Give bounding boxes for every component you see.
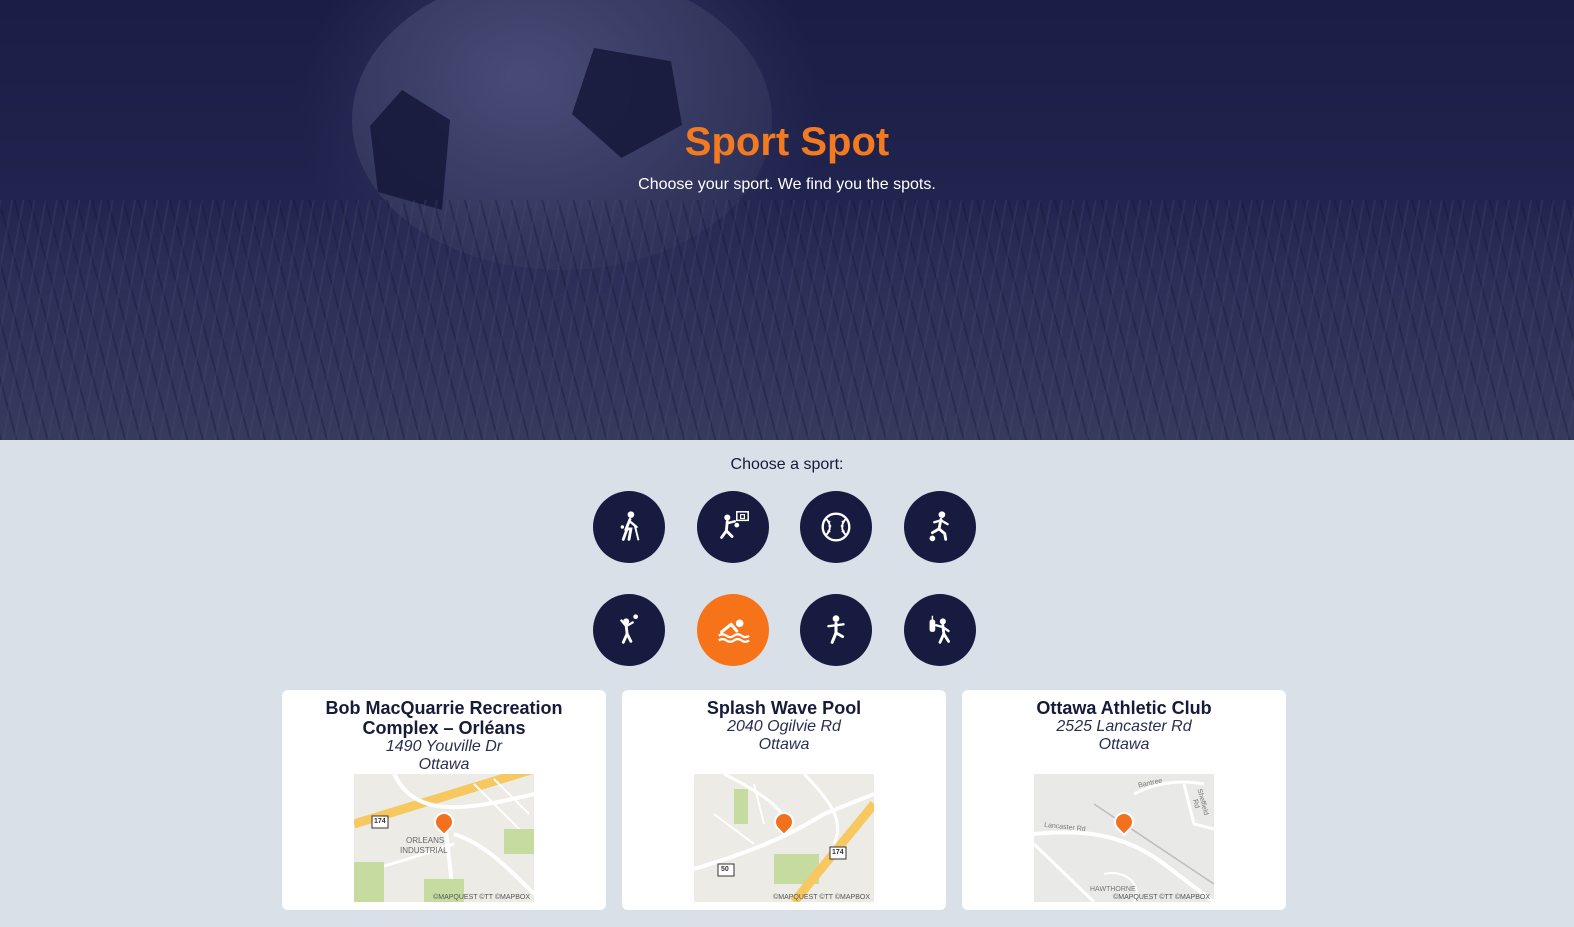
- result-card[interactable]: Ottawa Athletic Club 2525 Lancaster Rd O…: [962, 690, 1286, 910]
- facility-city: Ottawa: [1098, 736, 1150, 753]
- facility-street: 1490 Youville Dr: [385, 738, 503, 755]
- volleyball-icon: [620, 614, 639, 644]
- grass-background: [0, 200, 1574, 440]
- sport-button-boxing[interactable]: [904, 594, 976, 666]
- map-area-label: HAWTHORNE: [1090, 886, 1136, 893]
- gymnastics-icon: [827, 615, 845, 644]
- facility-city: Ottawa: [758, 736, 810, 753]
- result-card[interactable]: Splash Wave Pool 2040 Ogilvie Rd Ottawa …: [622, 690, 946, 910]
- sport-button-baseball[interactable]: [800, 491, 872, 563]
- baseball-icon: [821, 512, 851, 542]
- map-credit: ©MAPQUEST ©TT ©MAPBOX: [1113, 894, 1210, 901]
- facility-name: Ottawa Athletic Club: [1036, 698, 1212, 718]
- facility-name: Bob MacQuarrie Recreation Complex – Orlé…: [325, 698, 563, 738]
- sport-button-soccer[interactable]: [904, 491, 976, 563]
- choose-sport-label: Choose a sport:: [730, 456, 844, 473]
- facility-name: Splash Wave Pool: [706, 698, 862, 718]
- facility-city: Ottawa: [418, 756, 470, 773]
- road-badge: 174: [832, 849, 844, 856]
- map-area-label: INDUSTRIAL: [400, 846, 448, 855]
- map-graphic: [1034, 774, 1214, 902]
- location-map[interactable]: 174 ORLEANS INDUSTRIAL ©MAPQUEST ©TT ©MA…: [354, 774, 534, 902]
- location-map[interactable]: 174 50 ©MAPQUEST ©TT ©MAPBOX: [694, 774, 874, 902]
- basketball-icon: [720, 511, 749, 539]
- sport-button-basketball[interactable]: [697, 491, 769, 563]
- cricket-icon: [620, 511, 640, 541]
- hero-banner: Sport Spot Choose your sport. We find yo…: [0, 0, 1574, 440]
- facility-street: 2525 Lancaster Rd: [1056, 718, 1192, 735]
- map-credit: ©MAPQUEST ©TT ©MAPBOX: [433, 894, 530, 901]
- map-graphic: [694, 774, 874, 902]
- result-card[interactable]: Bob MacQuarrie Recreation Complex – Orlé…: [282, 690, 606, 910]
- boxing-icon: [929, 615, 950, 644]
- sport-button-cricket[interactable]: [593, 491, 665, 563]
- sport-button-volleyball[interactable]: [593, 594, 665, 666]
- map-area-label: ORLEANS: [406, 836, 445, 845]
- map-credit: ©MAPQUEST ©TT ©MAPBOX: [773, 894, 870, 901]
- swimming-icon: [718, 619, 750, 644]
- facility-street: 2040 Ogilvie Rd: [727, 718, 841, 735]
- road-badge: 50: [721, 866, 729, 873]
- page-subtitle: Choose your sport. We find you the spots…: [638, 176, 936, 193]
- sport-button-swimming[interactable]: [697, 594, 769, 666]
- sport-button-gymnastics[interactable]: [800, 594, 872, 666]
- page-title: Sport Spot: [684, 120, 890, 164]
- soccer-icon: [929, 511, 949, 542]
- location-map[interactable]: Lancaster Rd Bantree Sheffield Rd HAWTHO…: [1034, 774, 1214, 902]
- road-badge: 174: [374, 818, 386, 825]
